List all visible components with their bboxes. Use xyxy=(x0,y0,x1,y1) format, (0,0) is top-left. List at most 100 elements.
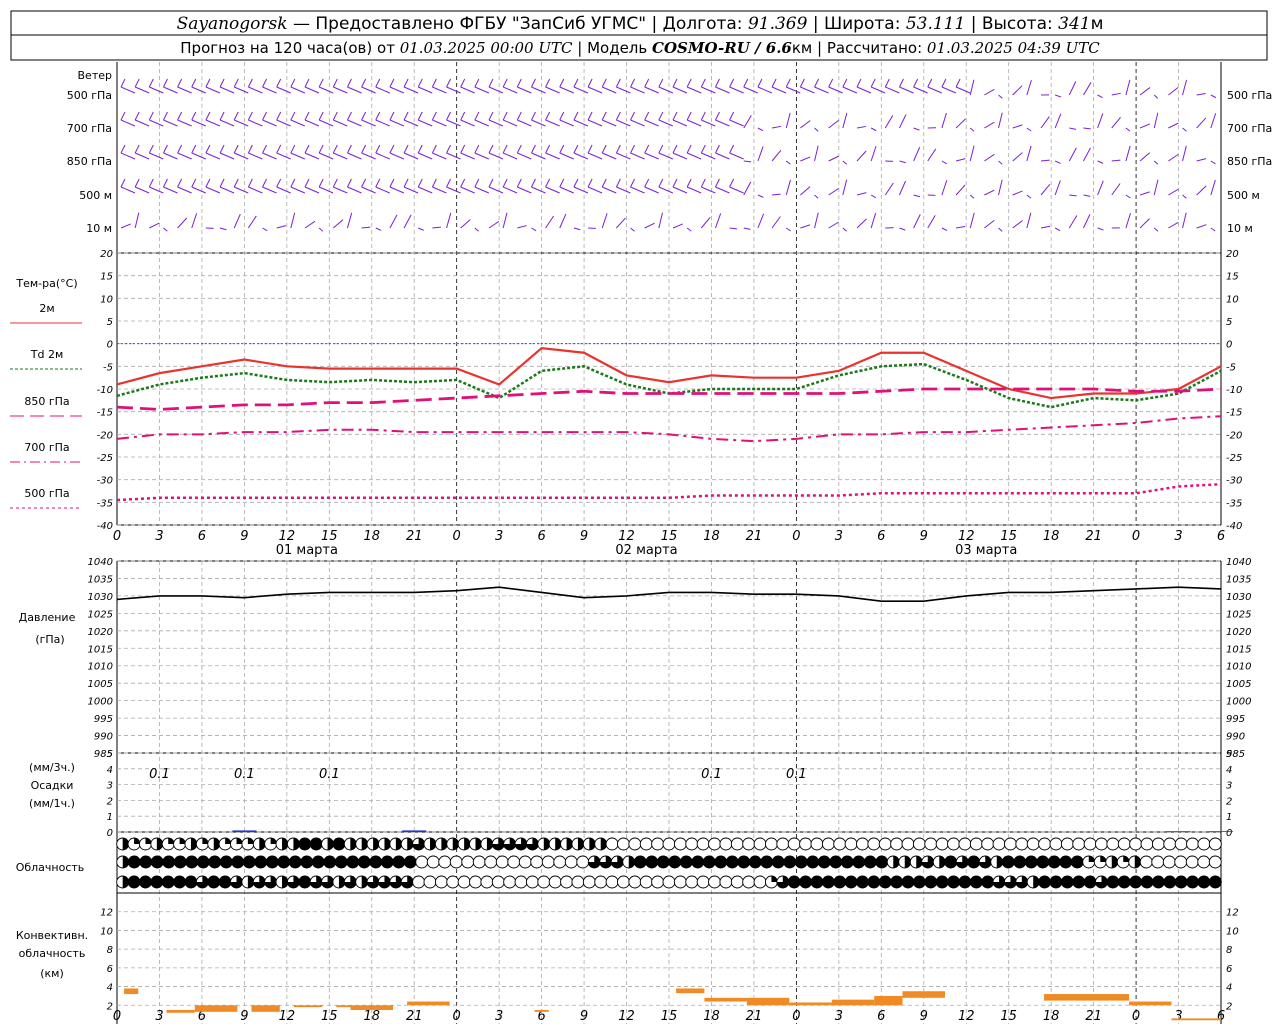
cloud-cover-fill xyxy=(323,856,336,868)
wind-level-label: 500 гПа xyxy=(1227,89,1272,102)
wind-barb xyxy=(1012,152,1023,162)
wind-barb xyxy=(318,227,324,232)
wind-barb xyxy=(630,144,635,154)
precip-bar xyxy=(1209,831,1233,832)
header-line-2: Прогноз на 120 часа(ов) от 01.03.2025 00… xyxy=(180,39,1100,57)
wind-barb xyxy=(587,119,603,127)
wind-barb xyxy=(290,119,306,127)
wind-barb xyxy=(432,119,447,127)
wind-barb xyxy=(431,178,437,188)
wind-barb xyxy=(1068,147,1077,162)
wind-barb xyxy=(545,215,555,229)
wind-barb xyxy=(545,178,551,188)
wind-barbs xyxy=(120,78,1217,232)
wind-barb xyxy=(304,119,320,127)
wind-barb xyxy=(913,127,920,131)
wind-barb xyxy=(998,179,1003,196)
temp-tick-label: -10 xyxy=(1226,385,1242,396)
cloud-cover-symbol xyxy=(969,837,983,851)
cloud-cover-fill xyxy=(788,876,801,888)
wind-barb xyxy=(601,111,607,121)
wind-barb xyxy=(333,186,348,194)
wind-barb xyxy=(148,144,154,154)
wind-barb xyxy=(347,86,362,94)
convective-tick-label: 4 xyxy=(1226,983,1232,994)
temp-tick-label: -40 xyxy=(97,521,113,532)
pressure-tick-label: 1010 xyxy=(1226,662,1251,673)
wind-barb xyxy=(587,186,603,194)
wind-barb xyxy=(1097,227,1104,231)
wind-barb xyxy=(1196,224,1207,229)
convective-cloud-bar xyxy=(676,988,705,994)
wind-barb xyxy=(516,111,522,121)
cloud-cover-symbol xyxy=(821,837,835,851)
cloud-cover-symbol xyxy=(1151,855,1165,869)
wind-barb xyxy=(389,144,395,154)
wind-barb xyxy=(149,86,164,94)
wind-barb xyxy=(460,144,466,154)
wind-barb xyxy=(715,119,730,127)
wind-barb xyxy=(941,180,948,196)
model-label: | Модель xyxy=(572,39,652,57)
wind-barb xyxy=(417,178,423,188)
pressure-title: Давление xyxy=(19,611,76,624)
wind-barb xyxy=(828,187,839,196)
wind-barb xyxy=(1139,152,1151,162)
wind-barb xyxy=(573,144,579,154)
cloud-cover-symbol xyxy=(457,875,471,889)
cloud-cover-symbol xyxy=(480,875,494,889)
cloud-cover-fill xyxy=(128,856,141,868)
wind-barb xyxy=(120,223,131,229)
cloud-cover-symbol xyxy=(651,837,665,851)
wind-barb xyxy=(644,152,659,160)
wind-barb xyxy=(686,78,692,88)
x-tick-label: 3 xyxy=(1174,1009,1182,1024)
cloud-cover-symbol xyxy=(553,855,567,869)
wind-level-labels: 500 гПа 500 гПа 700 гПа 700 гПа 850 гПа 850 г… xyxy=(67,89,1273,235)
cloud-cover-symbol xyxy=(981,837,995,851)
wind-barb xyxy=(276,225,287,229)
wind-barb xyxy=(474,152,490,160)
wind-barb xyxy=(630,119,645,127)
wind-barb xyxy=(955,184,966,196)
cloud-cover-symbol xyxy=(530,855,544,869)
wind-barb xyxy=(134,144,140,154)
clouds-title: Облачность xyxy=(16,861,85,874)
wind-barb xyxy=(799,78,805,88)
wind-barb xyxy=(630,111,635,121)
cloud-cover-symbol xyxy=(844,837,858,851)
cloud-cover-symbol xyxy=(810,837,824,851)
convective-cloud-bar xyxy=(336,1005,351,1008)
wind-barb xyxy=(743,181,752,196)
wind-barb xyxy=(219,152,235,160)
cloud-cover-symbol xyxy=(764,837,778,851)
x-tick-label: 21 xyxy=(1085,1009,1102,1024)
x-tick-label: 21 xyxy=(406,529,423,544)
wind-barb xyxy=(998,227,1003,232)
wind-barb xyxy=(219,119,235,127)
wind-barb xyxy=(120,119,136,127)
cloud-cover-fill xyxy=(208,856,221,868)
temp-legend-label: 2м xyxy=(39,302,54,315)
wind-barb xyxy=(304,78,310,88)
wind-barb xyxy=(262,144,267,154)
wind-barb xyxy=(587,111,593,121)
wind-barb xyxy=(969,212,975,229)
wind-barb xyxy=(771,216,781,229)
wind-barb xyxy=(856,192,867,196)
cloud-cover-symbol xyxy=(484,855,498,869)
wind-barb xyxy=(630,186,645,194)
wind-barb xyxy=(347,152,362,160)
wind-barb xyxy=(318,119,334,127)
wind-barb xyxy=(318,186,334,194)
cloud-cover-fill xyxy=(231,856,244,868)
wind-barb xyxy=(828,155,839,162)
cloud-cover-fill xyxy=(856,876,869,888)
wind-barb xyxy=(984,88,995,96)
wind-barb xyxy=(247,144,253,154)
x-tick-label: 12 xyxy=(618,1009,635,1024)
cloud-cover-fill xyxy=(266,856,279,868)
wind-barb xyxy=(715,178,720,188)
wind-barb xyxy=(361,226,371,229)
wind-barb xyxy=(1040,225,1051,229)
